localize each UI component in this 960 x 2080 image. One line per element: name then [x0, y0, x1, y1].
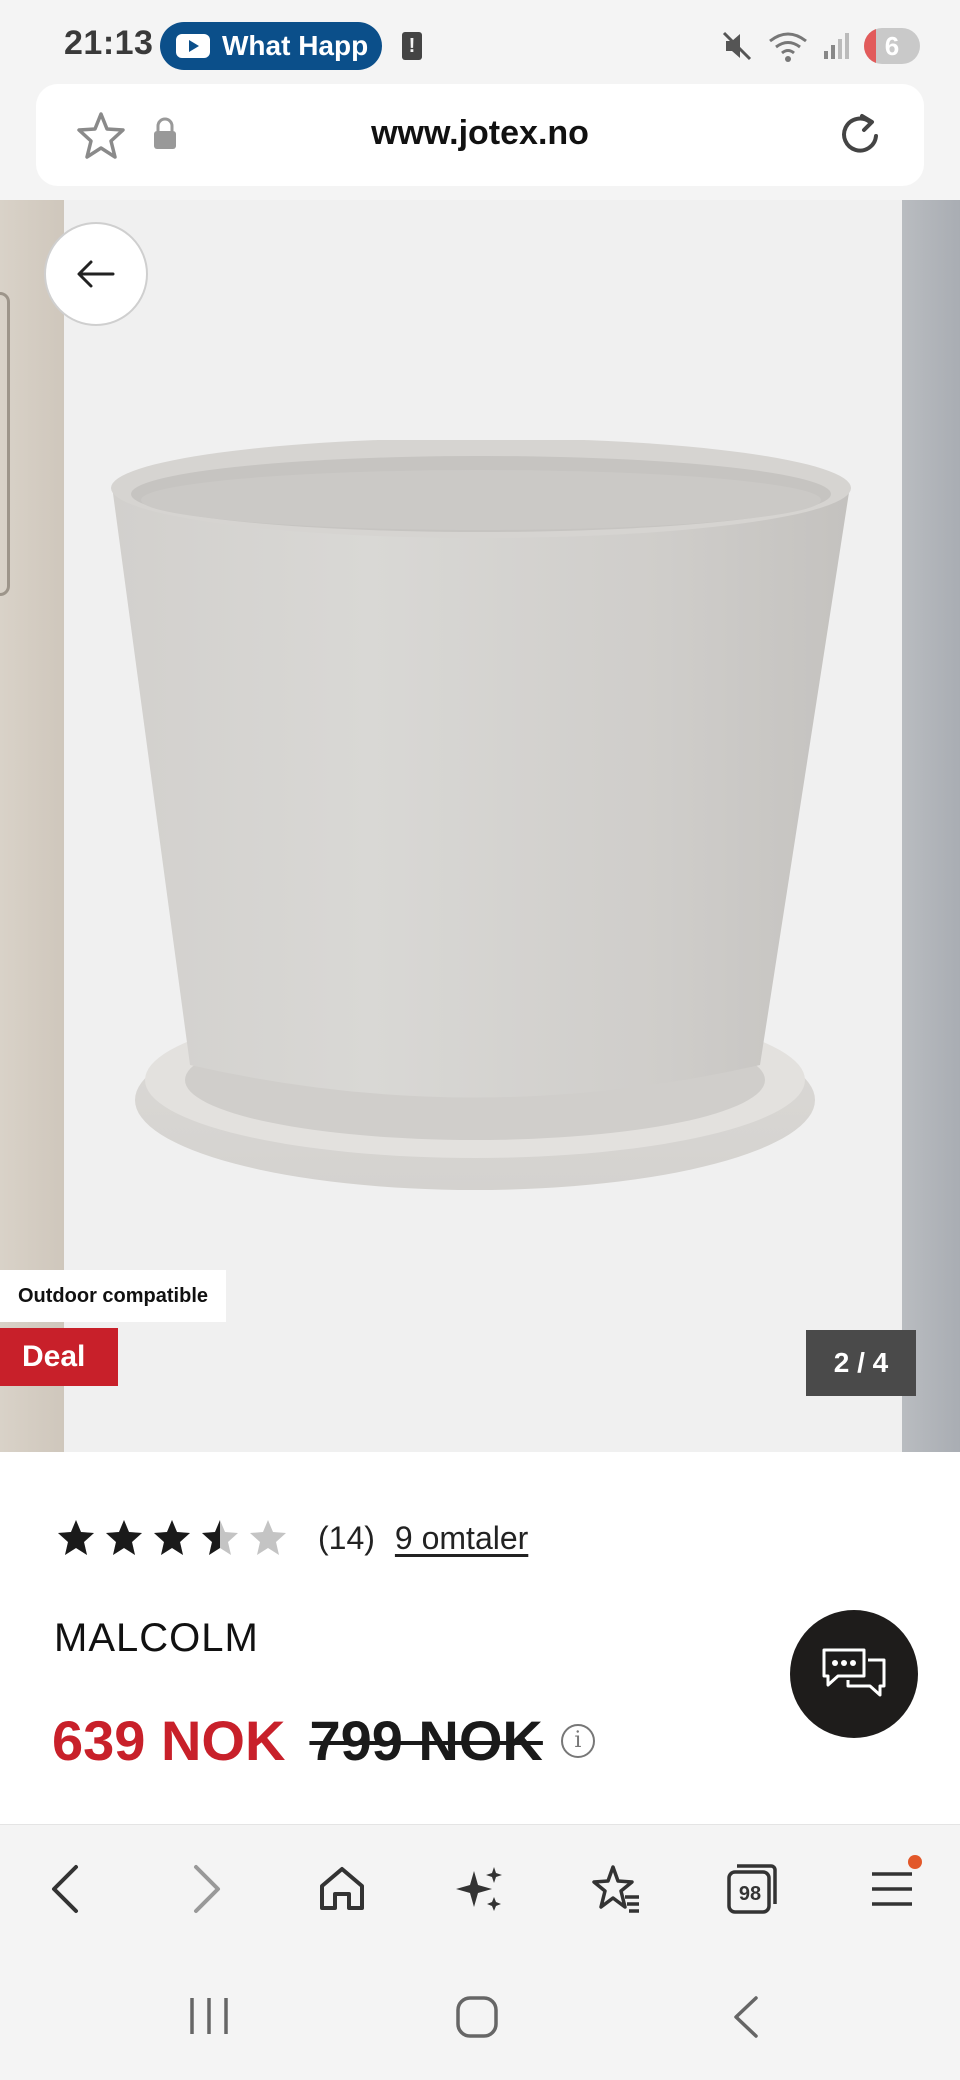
tabs-count: 98: [738, 1882, 762, 1905]
next-slide-peek[interactable]: [902, 200, 960, 1452]
back-icon: [52, 1865, 78, 1913]
menu-icon: [872, 1872, 912, 1906]
price-info-icon[interactable]: i: [560, 1723, 595, 1758]
browser-forward-button[interactable]: [176, 1859, 236, 1919]
arrow-left-icon: [77, 260, 115, 288]
back-icon[interactable]: [728, 1994, 764, 2040]
media-notification-pill[interactable]: What Happ: [160, 22, 382, 70]
reload-icon[interactable]: [834, 108, 886, 160]
previous-slide-edge: [0, 292, 10, 596]
battery-icon: 6: [864, 28, 920, 64]
bookmarks-button[interactable]: [586, 1859, 646, 1919]
star-icon: [106, 1520, 142, 1555]
url-text[interactable]: www.jotex.no: [36, 114, 924, 153]
recents-icon[interactable]: [186, 1994, 232, 2038]
wifi-icon: [769, 32, 807, 62]
previous-slide-peek[interactable]: [0, 200, 64, 1452]
outdoor-compatible-badge: Outdoor compatible: [0, 1270, 226, 1322]
back-button[interactable]: [44, 222, 148, 326]
chat-button[interactable]: [790, 1610, 918, 1738]
rating-stars: [56, 1518, 288, 1558]
reviews-link[interactable]: 9 omtaler: [395, 1520, 528, 1557]
system-icons: 6: [720, 24, 920, 68]
image-counter: 2 / 4: [806, 1330, 916, 1396]
star-icon: [202, 1520, 238, 1555]
ai-sparkle-icon: [456, 1867, 502, 1911]
chat-icon: [822, 1648, 886, 1697]
home-icon[interactable]: [454, 1994, 500, 2040]
product-name: MALCOLM: [54, 1616, 259, 1660]
original-price: 799 NOK: [309, 1709, 543, 1772]
forward-icon: [194, 1865, 220, 1913]
home-icon: [320, 1867, 364, 1910]
system-navigation-bar: [0, 1954, 960, 2080]
mute-icon: [722, 31, 752, 61]
tabs-button[interactable]: 98: [722, 1859, 782, 1919]
clock: 21:13: [64, 24, 154, 62]
current-price: 639 NOK: [52, 1709, 286, 1772]
bookmarks-icon: [592, 1865, 639, 1913]
browser-home-button[interactable]: [312, 1859, 372, 1919]
youtube-icon: [176, 34, 210, 58]
flower-pot-image: [111, 440, 851, 1190]
menu-button[interactable]: [862, 1855, 922, 1919]
ai-assistant-button[interactable]: [450, 1859, 510, 1919]
media-title: What Happ: [222, 30, 369, 61]
notification-dot: [908, 1855, 922, 1869]
alert-icon: !: [402, 32, 422, 60]
status-bar: 21:13 What Happ ! 6: [0, 0, 960, 88]
browser-toolbar: 98: [0, 1824, 960, 1954]
deal-badge: Deal: [0, 1328, 118, 1386]
star-icon: [58, 1520, 94, 1555]
star-icon: [250, 1520, 286, 1555]
browser-back-button[interactable]: [36, 1859, 96, 1919]
star-icon: [154, 1520, 190, 1555]
url-bar[interactable]: www.jotex.no: [36, 84, 924, 186]
signal-icon: [824, 33, 849, 59]
rating-row[interactable]: (14) 9 omtaler: [56, 1518, 528, 1558]
price-row: 639 NOK 799 NOK i: [52, 1708, 595, 1773]
product-info: (14) 9 omtaler MALCOLM 639 NOK 799 NOK i: [0, 1452, 960, 1824]
rating-count: (14): [318, 1519, 375, 1556]
